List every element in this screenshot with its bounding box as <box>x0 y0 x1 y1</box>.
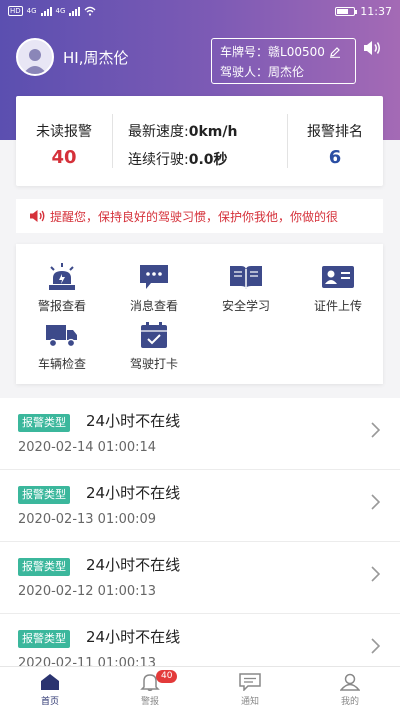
tab-mine[interactable]: 我的 <box>300 667 400 711</box>
message-icon <box>140 265 168 289</box>
alarm-count-badge: 40 <box>156 670 178 683</box>
alert-list: 报警类型 24小时不在线 2020-02-14 01:00:14 报警类型 24… <box>0 398 400 666</box>
driving-label: 连续行驶: <box>128 152 189 168</box>
driver-value: 周杰伦 <box>268 65 305 79</box>
alert-type-tag: 报警类型 <box>18 630 70 648</box>
notice-icon <box>239 673 261 691</box>
id-card-icon <box>322 266 354 288</box>
battery-icon <box>335 6 358 16</box>
alert-title: 24小时不在线 <box>86 628 181 646</box>
driving-stat: 最新速度:0km/h 连续行驶:0.0秒 <box>128 96 288 186</box>
plate-label: 车牌号： <box>220 45 269 59</box>
chevron-right-icon <box>371 494 380 510</box>
bottom-tab-bar: 首页 警报 40 通知 我的 <box>0 666 400 711</box>
driver-label: 驾驶人： <box>220 65 269 79</box>
notice-bar[interactable]: 提醒您，保持良好的驾驶习惯，保护你我他，你做的很 <box>16 199 383 233</box>
menu-label: 安全学习 <box>221 299 270 313</box>
menu-label: 消息查看 <box>129 299 178 313</box>
chevron-right-icon <box>371 566 380 582</box>
menu-label: 证件上传 <box>313 299 362 313</box>
alert-item[interactable]: 报警类型 24小时不在线 2020-02-11 01:00:13 <box>0 614 400 666</box>
menu-label: 驾驶打卡 <box>129 357 178 371</box>
alert-type-tag: 报警类型 <box>18 486 70 504</box>
tab-label: 警报 <box>140 697 159 707</box>
calendar-check-icon <box>141 322 167 348</box>
alert-title: 24小时不在线 <box>86 412 181 430</box>
user-icon <box>340 673 360 691</box>
avatar-person-icon <box>23 49 47 74</box>
alert-item[interactable]: 报警类型 24小时不在线 2020-02-13 01:00:09 <box>0 470 400 542</box>
tab-alarm[interactable]: 警报 40 <box>100 667 200 711</box>
menu-vehicle-check[interactable]: 车辆检查 <box>16 320 108 372</box>
alert-item[interactable]: 报警类型 24小时不在线 2020-02-12 01:00:13 <box>0 542 400 614</box>
edit-icon[interactable] <box>329 46 341 58</box>
alarm-rank-stat[interactable]: 报警排名 6 <box>287 96 383 186</box>
chevron-right-icon <box>371 422 380 438</box>
alert-type-tag: 报警类型 <box>18 414 70 432</box>
rank-label: 报警排名 <box>307 124 363 140</box>
alert-title: 24小时不在线 <box>86 556 181 574</box>
alert-type-tag: 报警类型 <box>18 558 70 576</box>
avatar[interactable] <box>16 38 54 76</box>
plate-value: 赣L00500 <box>268 45 325 59</box>
unread-value: 40 <box>51 147 77 168</box>
signal-bars-icon-2 <box>69 6 81 16</box>
alert-time: 2020-02-13 01:00:09 <box>18 512 157 527</box>
unread-alarm-stat[interactable]: 未读报警 40 <box>16 96 112 186</box>
menu-card: 警报查看 消息查看 安全学习 证件上传 车辆检查 驾驶打卡 <box>16 244 383 384</box>
menu-label: 车辆检查 <box>37 357 86 371</box>
unread-label: 未读报警 <box>36 124 92 140</box>
tab-label: 通知 <box>240 697 259 707</box>
menu-label: 警报查看 <box>37 299 86 313</box>
alert-time: 2020-02-14 01:00:14 <box>18 440 157 455</box>
signal-bars-icon <box>40 6 52 16</box>
clock-time: 11:37 <box>360 4 392 18</box>
alarm-light-icon <box>49 263 75 290</box>
tab-label: 首页 <box>40 697 59 707</box>
menu-driving-checkin[interactable]: 驾驶打卡 <box>108 320 200 372</box>
speed-value: 0km/h <box>188 124 238 140</box>
tab-notice[interactable]: 通知 <box>200 667 300 711</box>
tab-label: 我的 <box>340 697 359 707</box>
notice-text: 提醒您，保持良好的驾驶习惯，保护你我他，你做的很 <box>50 209 339 224</box>
stats-card: 未读报警 40 最新速度:0km/h 连续行驶:0.0秒 报警排名 6 <box>16 96 383 186</box>
vehicle-info-box[interactable]: 车牌号： 赣L00500 驾驶人： 周杰伦 <box>211 38 356 84</box>
alert-time: 2020-02-12 01:00:13 <box>18 584 157 599</box>
speaker-icon[interactable] <box>362 40 382 60</box>
alert-item[interactable]: 报警类型 24小时不在线 2020-02-14 01:00:14 <box>0 398 400 470</box>
home-icon <box>41 674 59 690</box>
speaker-icon <box>29 209 46 223</box>
signal-4g-label: 4G <box>26 7 37 15</box>
driving-value: 0.0秒 <box>188 152 228 168</box>
signal-4g-label-2: 4G <box>55 7 66 15</box>
rank-value: 6 <box>328 147 342 168</box>
book-icon <box>230 266 262 289</box>
alert-time: 2020-02-11 01:00:13 <box>18 656 157 666</box>
menu-safety-study[interactable]: 安全学习 <box>200 262 292 314</box>
greeting-text: HI,周杰伦 <box>63 48 129 67</box>
alert-title: 24小时不在线 <box>86 484 181 502</box>
wifi-icon <box>84 6 96 16</box>
tab-home[interactable]: 首页 <box>0 667 100 711</box>
stat-divider <box>112 114 113 168</box>
speed-label: 最新速度: <box>128 124 189 140</box>
truck-icon <box>46 325 77 348</box>
hd-icon: HD <box>8 6 23 16</box>
menu-alarm-view[interactable]: 警报查看 <box>16 262 108 314</box>
chevron-right-icon <box>371 638 380 654</box>
speed-line: 最新速度:0km/h <box>128 121 288 141</box>
user-row: HI,周杰伦 <box>16 38 128 76</box>
driving-line: 连续行驶:0.0秒 <box>128 149 288 169</box>
menu-id-upload[interactable]: 证件上传 <box>292 262 384 314</box>
status-bar: HD 4G 4G 11:37 <box>0 0 400 22</box>
menu-message-view[interactable]: 消息查看 <box>108 262 200 314</box>
